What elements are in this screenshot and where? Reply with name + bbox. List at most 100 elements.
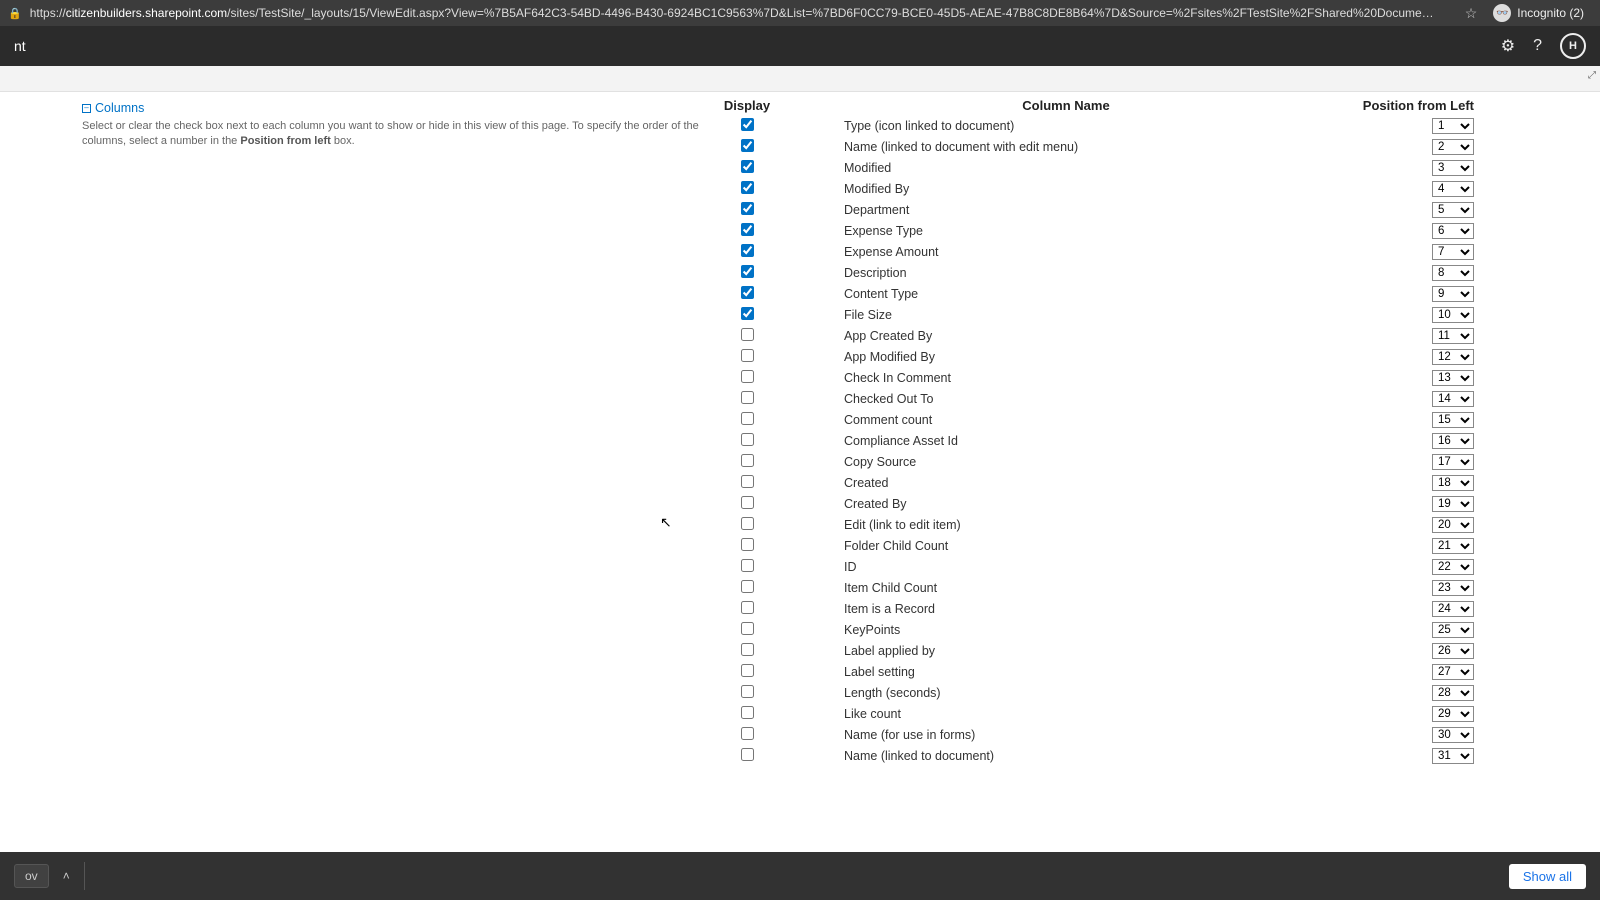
- position-select[interactable]: 1234567891011121314151617181920212223242…: [1432, 160, 1474, 176]
- display-checkbox[interactable]: [741, 202, 754, 215]
- display-checkbox[interactable]: [741, 538, 754, 551]
- position-select[interactable]: 1234567891011121314151617181920212223242…: [1432, 349, 1474, 365]
- column-row: App Modified By1234567891011121314151617…: [702, 346, 1480, 367]
- collapse-icon[interactable]: –: [82, 104, 91, 113]
- display-checkbox[interactable]: [741, 370, 754, 383]
- column-name-label: Department: [792, 203, 1340, 217]
- desc-text-c: box.: [331, 135, 355, 147]
- display-checkbox[interactable]: [741, 328, 754, 341]
- display-checkbox[interactable]: [741, 496, 754, 509]
- column-name-label: Name (linked to document): [792, 749, 1340, 763]
- position-select[interactable]: 1234567891011121314151617181920212223242…: [1432, 412, 1474, 428]
- column-name-label: Name (linked to document with edit menu): [792, 140, 1340, 154]
- position-select[interactable]: 1234567891011121314151617181920212223242…: [1432, 223, 1474, 239]
- position-select[interactable]: 1234567891011121314151617181920212223242…: [1432, 433, 1474, 449]
- help-icon[interactable]: ?: [1533, 37, 1542, 55]
- position-select[interactable]: 1234567891011121314151617181920212223242…: [1432, 559, 1474, 575]
- display-checkbox[interactable]: [741, 454, 754, 467]
- position-select[interactable]: 1234567891011121314151617181920212223242…: [1432, 706, 1474, 722]
- display-checkbox[interactable]: [741, 622, 754, 635]
- column-row: Created By 123456789101112131415161718192…: [702, 493, 1480, 514]
- column-name-label: File Size: [792, 308, 1340, 322]
- display-checkbox[interactable]: [741, 517, 754, 530]
- display-checkbox[interactable]: [741, 139, 754, 152]
- position-select[interactable]: 1234567891011121314151617181920212223242…: [1432, 286, 1474, 302]
- column-name-label: Item Child Count: [792, 581, 1340, 595]
- display-checkbox[interactable]: [741, 307, 754, 320]
- column-row: Length (seconds)123456789101112131415161…: [702, 682, 1480, 703]
- desc-text-a: Select or clear the check box next to ea…: [82, 120, 699, 147]
- position-select[interactable]: 1234567891011121314151617181920212223242…: [1432, 664, 1474, 680]
- position-select[interactable]: 1234567891011121314151617181920212223242…: [1432, 538, 1474, 554]
- desc-text-bold: Position from left: [240, 135, 330, 147]
- avatar[interactable]: H: [1560, 33, 1586, 59]
- display-checkbox[interactable]: [741, 580, 754, 593]
- column-row: Name (linked to document) 123456789101112…: [702, 745, 1480, 766]
- download-item[interactable]: ov: [14, 864, 49, 888]
- display-checkbox[interactable]: [741, 433, 754, 446]
- position-select[interactable]: 1234567891011121314151617181920212223242…: [1432, 328, 1474, 344]
- position-select[interactable]: 1234567891011121314151617181920212223242…: [1432, 643, 1474, 659]
- position-select[interactable]: 1234567891011121314151617181920212223242…: [1432, 181, 1474, 197]
- gear-icon[interactable]: ⚙: [1501, 36, 1515, 56]
- display-checkbox[interactable]: [741, 559, 754, 572]
- display-checkbox[interactable]: [741, 391, 754, 404]
- position-select[interactable]: 1234567891011121314151617181920212223242…: [1432, 202, 1474, 218]
- header-display: Display: [702, 98, 792, 113]
- bookmark-star-icon[interactable]: ☆: [1465, 5, 1478, 22]
- incognito-indicator[interactable]: 👓 Incognito (2): [1485, 2, 1592, 24]
- display-checkbox[interactable]: [741, 685, 754, 698]
- column-name-label: Edit (link to edit item): [792, 518, 1340, 532]
- display-checkbox[interactable]: [741, 748, 754, 761]
- position-select[interactable]: 1234567891011121314151617181920212223242…: [1432, 244, 1474, 260]
- position-select[interactable]: 1234567891011121314151617181920212223242…: [1432, 391, 1474, 407]
- display-checkbox[interactable]: [741, 643, 754, 656]
- position-select[interactable]: 1234567891011121314151617181920212223242…: [1432, 370, 1474, 386]
- column-row: Name (linked to document with edit menu)…: [702, 136, 1480, 157]
- url-text[interactable]: https://citizenbuilders.sharepoint.com/s…: [30, 6, 1457, 20]
- display-checkbox[interactable]: [741, 475, 754, 488]
- position-select[interactable]: 1234567891011121314151617181920212223242…: [1432, 601, 1474, 617]
- display-checkbox[interactable]: [741, 181, 754, 194]
- download-shelf: ov ˄ Show all: [0, 852, 1600, 900]
- download-item-label: ov: [25, 869, 38, 883]
- position-select[interactable]: 1234567891011121314151617181920212223242…: [1432, 265, 1474, 281]
- position-select[interactable]: 1234567891011121314151617181920212223242…: [1432, 475, 1474, 491]
- column-name-label: Created: [792, 476, 1340, 490]
- column-name-label: Created By: [792, 497, 1340, 511]
- display-checkbox[interactable]: [741, 265, 754, 278]
- display-checkbox[interactable]: [741, 664, 754, 677]
- position-select[interactable]: 1234567891011121314151617181920212223242…: [1432, 580, 1474, 596]
- show-all-button[interactable]: Show all: [1509, 864, 1586, 889]
- display-checkbox[interactable]: [741, 223, 754, 236]
- display-checkbox[interactable]: [741, 412, 754, 425]
- display-checkbox[interactable]: [741, 244, 754, 257]
- column-name-label: Description: [792, 266, 1340, 280]
- position-select[interactable]: 1234567891011121314151617181920212223242…: [1432, 748, 1474, 764]
- position-select[interactable]: 1234567891011121314151617181920212223242…: [1432, 139, 1474, 155]
- position-select[interactable]: 1234567891011121314151617181920212223242…: [1432, 685, 1474, 701]
- display-checkbox[interactable]: [741, 601, 754, 614]
- display-checkbox[interactable]: [741, 727, 754, 740]
- column-row: Checked Out To12345678910111213141516171…: [702, 388, 1480, 409]
- display-checkbox[interactable]: [741, 160, 754, 173]
- ribbon-expand-icon[interactable]: ⤢: [1588, 70, 1596, 81]
- column-row: Like count123456789101112131415161718192…: [702, 703, 1480, 724]
- column-row: Content Type1234567891011121314151617181…: [702, 283, 1480, 304]
- chevron-up-icon[interactable]: ˄: [63, 869, 70, 883]
- position-select[interactable]: 1234567891011121314151617181920212223242…: [1432, 496, 1474, 512]
- columns-title-text: Columns: [95, 101, 144, 115]
- display-checkbox[interactable]: [741, 286, 754, 299]
- position-select[interactable]: 1234567891011121314151617181920212223242…: [1432, 307, 1474, 323]
- position-select[interactable]: 1234567891011121314151617181920212223242…: [1432, 517, 1474, 533]
- display-checkbox[interactable]: [741, 349, 754, 362]
- position-select[interactable]: 1234567891011121314151617181920212223242…: [1432, 727, 1474, 743]
- display-checkbox[interactable]: [741, 118, 754, 131]
- column-row: Compliance Asset Id123456789101112131415…: [702, 430, 1480, 451]
- position-select[interactable]: 1234567891011121314151617181920212223242…: [1432, 118, 1474, 134]
- columns-section-title[interactable]: – Columns: [82, 101, 702, 115]
- position-select[interactable]: 1234567891011121314151617181920212223242…: [1432, 454, 1474, 470]
- position-select[interactable]: 1234567891011121314151617181920212223242…: [1432, 622, 1474, 638]
- column-row: ID12345678910111213141516171819202122232…: [702, 556, 1480, 577]
- display-checkbox[interactable]: [741, 706, 754, 719]
